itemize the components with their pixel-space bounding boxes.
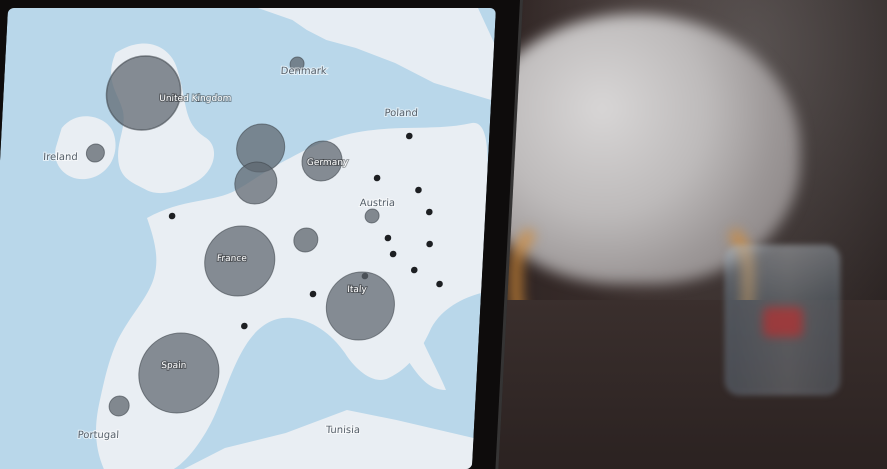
phone-screen: Ireland United Kingdom Denmark Germany P… <box>0 8 496 469</box>
label-spain: Spain <box>161 361 187 371</box>
label-portugal: Portugal <box>77 430 119 441</box>
hand-sanitizer-bottle <box>725 245 840 395</box>
label-tunisia: Tunisia <box>325 425 361 436</box>
label-italy: Italy <box>347 285 368 295</box>
map-svg: Ireland United Kingdom Denmark Germany P… <box>0 8 496 469</box>
label-united-kingdom: United Kingdom <box>159 94 232 104</box>
label-denmark: Denmark <box>280 66 327 77</box>
photo-scene: Ireland United Kingdom Denmark Germany P… <box>0 0 887 469</box>
label-poland: Poland <box>384 108 418 119</box>
bubble-portugal <box>108 395 130 417</box>
label-austria: Austria <box>359 198 395 209</box>
bubble-austria <box>364 208 380 224</box>
label-germany: Germany <box>307 158 350 168</box>
label-ireland: Ireland <box>43 152 78 163</box>
label-france: France <box>217 254 248 264</box>
bubble-ireland <box>85 143 105 163</box>
